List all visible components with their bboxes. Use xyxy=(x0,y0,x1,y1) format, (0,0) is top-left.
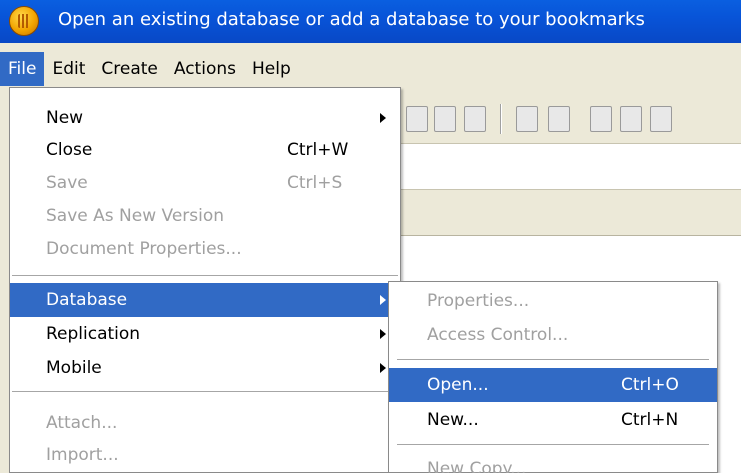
submenu-separator xyxy=(397,444,709,445)
menu-item-document-properties: Document Properties... xyxy=(46,239,242,259)
menu-separator xyxy=(12,391,398,392)
menu-item-save-as-new-version: Save As New Version xyxy=(46,206,225,226)
server-icon[interactable] xyxy=(650,106,672,132)
submenu-separator xyxy=(397,359,709,360)
database-submenu: Properties... Access Control... Open... … xyxy=(388,281,718,473)
submenu-arrow-icon xyxy=(380,329,386,339)
submenu-arrow-icon xyxy=(380,363,386,373)
menu-bar: File Edit Create Actions Help xyxy=(0,52,741,86)
submenu-item-access-control: Access Control... xyxy=(427,325,569,345)
submenu-item-new[interactable]: New... Ctrl+N xyxy=(389,403,717,437)
menu-item-replication[interactable]: Replication xyxy=(10,317,400,351)
bookmark-icon[interactable] xyxy=(620,106,642,132)
menu-create[interactable]: Create xyxy=(93,52,166,86)
menu-item-new[interactable]: New xyxy=(10,101,400,135)
menu-actions[interactable]: Actions xyxy=(166,52,244,86)
database-icon[interactable] xyxy=(516,106,538,132)
menu-item-import: Import... xyxy=(46,445,119,465)
submenu-arrow-icon xyxy=(380,295,386,305)
menu-item-close[interactable]: Close Ctrl+W xyxy=(10,133,400,167)
submenu-arrow-icon xyxy=(380,113,386,123)
paste-icon[interactable] xyxy=(464,106,486,132)
tab-strip-area xyxy=(400,190,741,236)
menu-item-mobile[interactable]: Mobile xyxy=(10,351,400,385)
menu-file[interactable]: File xyxy=(0,52,45,86)
menu-edit[interactable]: Edit xyxy=(44,52,93,86)
menu-separator xyxy=(12,275,398,276)
toolbar-separator xyxy=(500,104,502,134)
menu-item-save: Save Ctrl+S xyxy=(46,173,343,193)
address-bar-area xyxy=(400,144,741,190)
replica-icon[interactable] xyxy=(548,106,570,132)
toolbar xyxy=(400,88,741,144)
menu-help[interactable]: Help xyxy=(244,52,299,86)
window-title: Open an existing database or add a datab… xyxy=(58,9,645,30)
file-menu-dropdown: New Close Ctrl+W Save Ctrl+S Save As New… xyxy=(9,87,401,473)
menu-item-attach: Attach... xyxy=(46,413,118,433)
copy-icon[interactable] xyxy=(434,106,456,132)
title-bar: Open an existing database or add a datab… xyxy=(0,0,741,43)
cylinder-icon[interactable] xyxy=(590,106,612,132)
menu-item-database[interactable]: Database xyxy=(10,283,400,317)
submenu-item-open[interactable]: Open... Ctrl+O xyxy=(389,368,717,402)
submenu-item-properties: Properties... xyxy=(427,291,530,311)
notes-app-icon[interactable] xyxy=(9,6,39,36)
submenu-item-new-copy: New Copy... xyxy=(427,459,527,473)
cut-icon[interactable] xyxy=(406,106,428,132)
